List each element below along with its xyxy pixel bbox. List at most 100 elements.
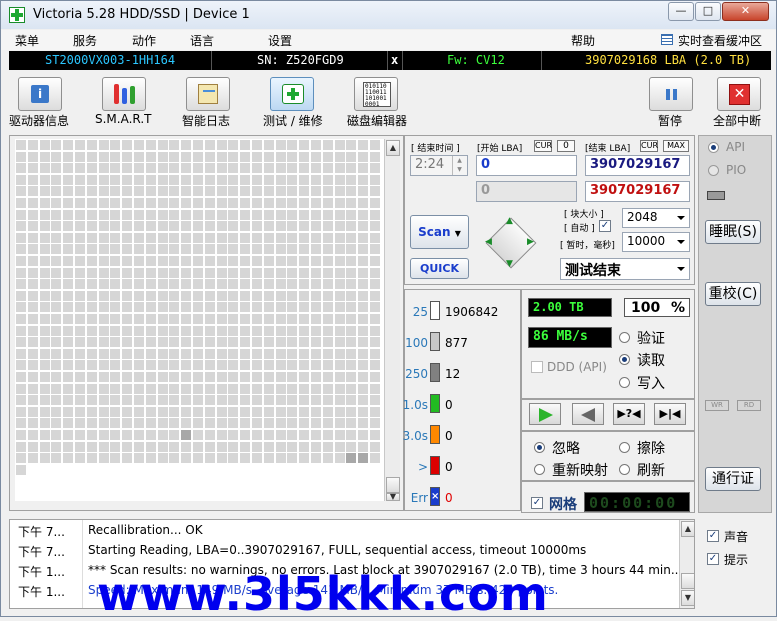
sound-checkbox[interactable]: ✓ (707, 530, 719, 542)
scan-block (240, 302, 250, 312)
scan-block (205, 326, 215, 336)
drive-model: ST2000VX003-1HH164 (45, 53, 176, 67)
scan-block (181, 233, 191, 243)
smart-log-button[interactable] (186, 77, 230, 111)
rewind-button[interactable] (572, 403, 604, 425)
scroll-down-arrow-icon[interactable]: ▼ (386, 493, 400, 501)
end-lba-input[interactable]: 3907029167 (585, 155, 690, 176)
action-ignore-radio[interactable] (534, 442, 545, 453)
scan-block (134, 175, 144, 185)
scan-block (181, 175, 191, 185)
menu-main[interactable]: 菜单 (15, 32, 39, 49)
menu-settings[interactable]: 设置 (268, 32, 292, 49)
hints-checkbox[interactable]: ✓ (707, 553, 719, 565)
scan-block (134, 221, 144, 231)
scan-block (75, 140, 85, 150)
scan-block (63, 244, 73, 254)
menu-service[interactable]: 服务 (73, 32, 97, 49)
pause-button[interactable] (649, 77, 693, 111)
mode-write-radio[interactable] (619, 377, 630, 388)
scan-block (264, 152, 274, 162)
log-row[interactable]: 下午 7... Starting Reading, LBA=0..39070291… (10, 540, 680, 560)
scan-block (110, 326, 120, 336)
menu-help[interactable]: 帮助 (571, 32, 595, 49)
scan-block (264, 302, 274, 312)
play-button[interactable] (529, 403, 561, 425)
drive-info-button[interactable]: i (18, 77, 62, 111)
auto-checkbox[interactable]: ✓ (599, 220, 611, 232)
api-radio[interactable] (708, 142, 719, 153)
scan-block (240, 337, 250, 347)
close-button[interactable]: ✕ (722, 2, 769, 21)
scan-button[interactable]: Scan ▼ (410, 215, 469, 249)
maximize-button[interactable]: □ (695, 2, 721, 21)
scroll-up-arrow-icon[interactable]: ▲ (386, 140, 400, 156)
realtime-buffer-toggle[interactable]: 实时查看缓冲区 (678, 32, 762, 49)
mode-verify-radio[interactable] (619, 332, 630, 343)
end-cur-button[interactable]: CUR (640, 140, 658, 152)
pad-left-icon[interactable]: ◀ (485, 237, 492, 247)
timeout-select[interactable]: 10000 (622, 232, 690, 252)
log-scrollbar[interactable]: ▲ ▼ (679, 520, 694, 608)
main-window: Victoria 5.28 HDD/SSD | Device 1 — □ ✕ 菜… (0, 0, 777, 621)
scan-block (122, 210, 132, 220)
end-max-button[interactable]: MAX (663, 140, 689, 152)
sleep-button[interactable]: 睡眠(S) (705, 220, 761, 244)
action-refresh-radio[interactable] (619, 464, 630, 475)
action-remap-radio[interactable] (534, 464, 545, 475)
minimize-button[interactable]: — (668, 2, 694, 21)
butterfly-button[interactable]: ▶|◀ (654, 403, 686, 425)
block-size-select[interactable]: 2048 (622, 208, 690, 228)
end-time-spinner-icon[interactable]: ▲ ▼ (452, 156, 466, 175)
legend-count: 877 (445, 336, 468, 350)
mode-read-radio[interactable] (619, 354, 630, 365)
scan-block (51, 337, 61, 347)
smart-button[interactable] (102, 77, 146, 111)
start-cur-value[interactable]: 0 (557, 140, 575, 152)
end-lba-label: [结束 LBA] (585, 144, 631, 154)
pio-label: PIO (726, 163, 747, 177)
action-erase-radio[interactable] (619, 442, 630, 453)
grid-scrollbar[interactable]: ▲ ▼ (384, 139, 400, 501)
scan-block (122, 384, 132, 394)
scan-block (276, 302, 286, 312)
log-scroll-up-icon[interactable]: ▲ (681, 521, 694, 537)
scan-block (169, 407, 179, 417)
log-row[interactable]: 下午 7... Recallibration... OK (10, 520, 680, 540)
scan-block (299, 163, 309, 173)
log-scroll-down-icon[interactable]: ▼ (681, 590, 694, 606)
scan-block (335, 384, 345, 394)
recalibrate-button[interactable]: 重校(C) (705, 282, 761, 306)
abort-all-button[interactable]: ✕ (717, 77, 761, 111)
pad-right-icon[interactable]: ▶ (527, 237, 534, 247)
skip-random-button[interactable]: ▶?◀ (613, 403, 645, 425)
menu-language[interactable]: 语言 (190, 32, 214, 49)
log-scroll-thumb[interactable] (681, 573, 694, 589)
scan-block (311, 221, 321, 231)
quick-button[interactable]: QUICK (410, 258, 469, 279)
grid-checkbox[interactable]: ✓ (531, 497, 543, 509)
scan-block (40, 152, 50, 162)
direction-pad[interactable]: ▲ ▼ ◀ ▶ (481, 213, 541, 273)
start-lba-input[interactable]: 0 (476, 155, 577, 176)
mode-write-label: 写入 (637, 376, 665, 392)
pio-radio[interactable] (708, 165, 719, 176)
disk-editor-button[interactable]: 010110 110011 101001 0001 (354, 77, 398, 111)
drive-close-button[interactable]: x (391, 53, 398, 67)
scan-block (346, 314, 356, 324)
pad-down-icon[interactable]: ▼ (506, 259, 513, 269)
passthrough-button[interactable]: 通行证 (705, 467, 761, 491)
scan-block (287, 291, 297, 301)
scan-block (311, 349, 321, 359)
menu-action[interactable]: 动作 (132, 32, 156, 49)
scan-block (181, 291, 191, 301)
size-display: 2.00 TB (528, 298, 612, 317)
start-cur-button[interactable]: CUR (534, 140, 552, 152)
notepad-icon (198, 84, 218, 104)
test-repair-button[interactable] (270, 77, 314, 111)
status-select[interactable]: 测试结束 (560, 258, 690, 280)
scroll-thumb[interactable] (386, 477, 400, 493)
scan-block (181, 360, 191, 370)
ddd-checkbox[interactable] (531, 361, 543, 373)
pad-up-icon[interactable]: ▲ (506, 216, 513, 226)
